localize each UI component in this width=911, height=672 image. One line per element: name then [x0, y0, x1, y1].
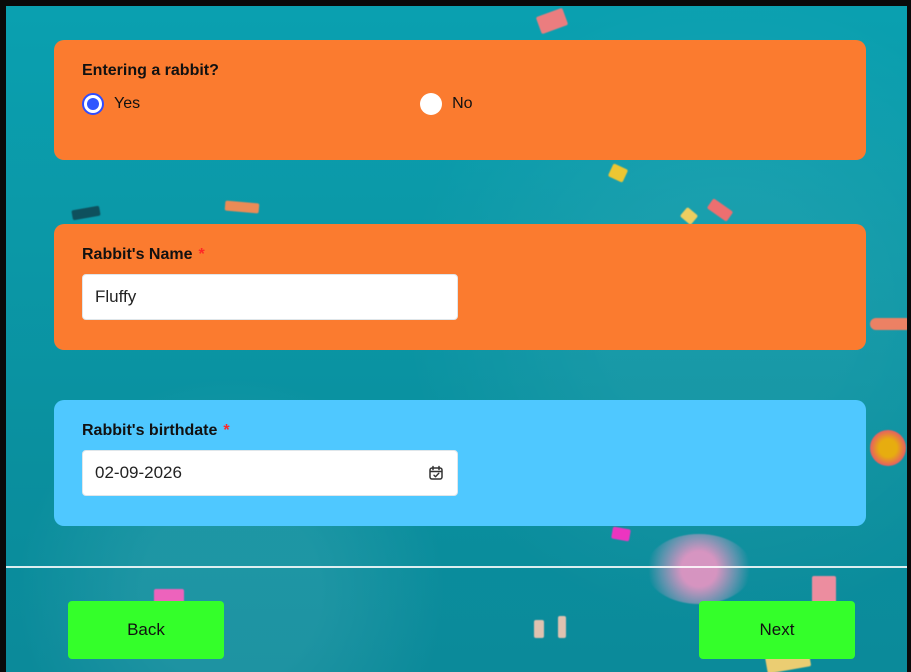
radio-option-no[interactable]: No	[420, 90, 473, 118]
confetti-decoration	[224, 200, 260, 214]
calendar-icon[interactable]	[427, 464, 445, 482]
no-radio-label: No	[452, 95, 473, 112]
rabbit-question-card: Entering a rabbit? Yes No	[54, 40, 866, 160]
no-radio-button[interactable]	[420, 93, 443, 115]
required-mark: *	[223, 422, 230, 439]
rabbit-question-title: Entering a rabbit?	[82, 62, 219, 79]
yes-radio-button[interactable]	[82, 93, 104, 115]
confetti-decoration	[534, 620, 544, 638]
confetti-decoration	[607, 163, 629, 183]
next-button[interactable]: Next	[699, 601, 855, 659]
confetti-decoration	[870, 430, 906, 466]
rabbit-birthdate-input[interactable]: 02-09-2026	[82, 450, 458, 496]
rabbit-name-card: Rabbit's Name * Fluffy	[54, 224, 866, 350]
section-divider	[6, 566, 907, 568]
confetti-decoration	[558, 616, 566, 638]
radio-option-yes[interactable]: Yes	[82, 90, 140, 118]
rabbit-birthdate-value: 02-09-2026	[95, 463, 182, 482]
rabbit-birthdate-card: Rabbit's birthdate * 02-09-2026	[54, 400, 866, 526]
confetti-decoration	[646, 534, 752, 604]
radio-group: Yes No	[82, 90, 838, 118]
confetti-decoration	[706, 198, 734, 222]
confetti-decoration	[870, 318, 907, 330]
yes-radio-label: Yes	[114, 95, 141, 112]
back-button[interactable]: Back	[68, 601, 224, 659]
rabbit-name-label: Rabbit's Name *	[82, 246, 838, 264]
rabbit-name-value: Fluffy	[95, 287, 137, 306]
rabbit-name-label-text: Rabbit's Name	[82, 246, 193, 263]
form-page: Entering a rabbit? Yes No Rabbit's Name *…	[0, 0, 911, 672]
rabbit-birthdate-label: Rabbit's birthdate *	[82, 422, 838, 440]
required-mark: *	[198, 246, 205, 263]
confetti-decoration	[71, 205, 101, 221]
confetti-decoration	[611, 526, 631, 542]
confetti-decoration	[535, 7, 569, 35]
confetti-decoration	[679, 206, 699, 226]
rabbit-birthdate-label-text: Rabbit's birthdate	[82, 422, 218, 439]
confetti-decoration	[812, 576, 836, 604]
rabbit-name-input[interactable]: Fluffy	[82, 274, 458, 320]
